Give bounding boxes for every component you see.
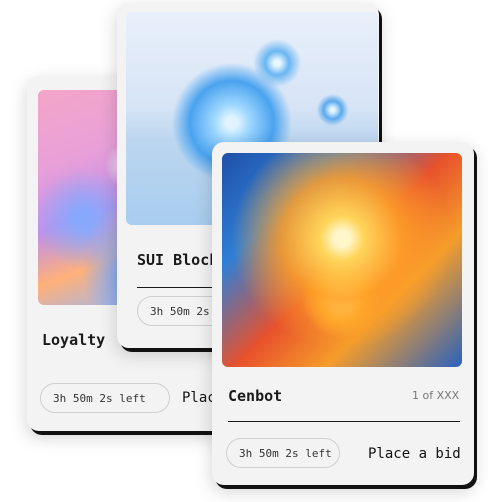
divider — [228, 421, 460, 422]
time-left-badge: 3h 50m 2s left — [226, 438, 340, 468]
nft-artwork-image — [222, 153, 462, 367]
nft-title: Cenbot — [228, 387, 283, 405]
nft-title: Loyalty — [42, 331, 106, 349]
nft-title: SUI Block — [137, 251, 219, 269]
time-left-badge: 3h 50m 2s left — [40, 383, 170, 413]
place-bid-button[interactable]: Place a bid — [368, 446, 461, 462]
nft-card-cenbot[interactable]: Cenbot 1 of XXX 3h 50m 2s left Place a b… — [212, 142, 474, 485]
edition-count: 1 of XXX — [412, 389, 460, 402]
